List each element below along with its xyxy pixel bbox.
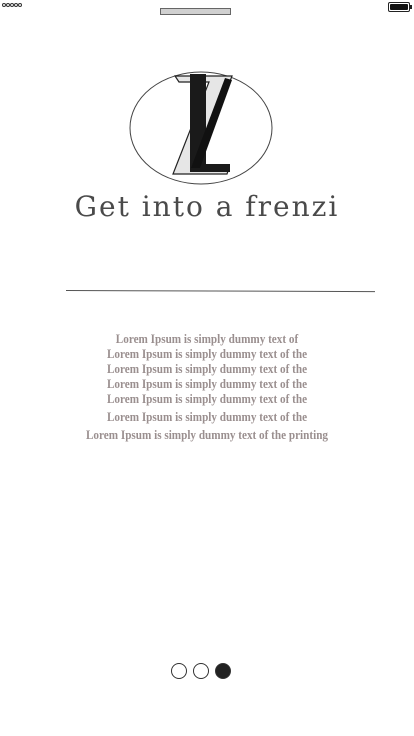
battery-tip	[410, 5, 412, 9]
description-line: Lorem Ipsum is simply dummy text of the	[106, 376, 308, 391]
description-line: Lorem Ipsum is simply dummy text of the	[106, 361, 308, 376]
page-indicator-dot-1[interactable]	[171, 663, 187, 679]
description-line: Lorem Ipsum is simply dummy text of the	[106, 346, 308, 361]
page-indicator	[171, 663, 237, 679]
page-indicator-dot-2[interactable]	[193, 663, 209, 679]
description-text: Lorem Ipsum is simply dummy text of Lore…	[0, 331, 414, 442]
zl-monogram-logo-icon	[129, 71, 273, 185]
page-title: Get into a frenzi	[74, 190, 340, 223]
description-line: Lorem Ipsum is simply dummy text of the	[106, 391, 308, 406]
battery-icon	[388, 2, 410, 12]
status-bar	[0, 0, 414, 16]
signal-dot	[18, 3, 22, 7]
speaker-notch	[160, 8, 231, 15]
battery-fill	[390, 4, 408, 10]
divider	[65, 290, 375, 293]
signal-strength-icon	[2, 3, 22, 7]
page-indicator-dot-3[interactable]	[215, 663, 231, 679]
description-line: Lorem Ipsum is simply dummy text of	[115, 331, 299, 346]
description-line: Lorem Ipsum is simply dummy text of the …	[85, 427, 329, 442]
description-line: Lorem Ipsum is simply dummy text of the	[106, 409, 308, 424]
